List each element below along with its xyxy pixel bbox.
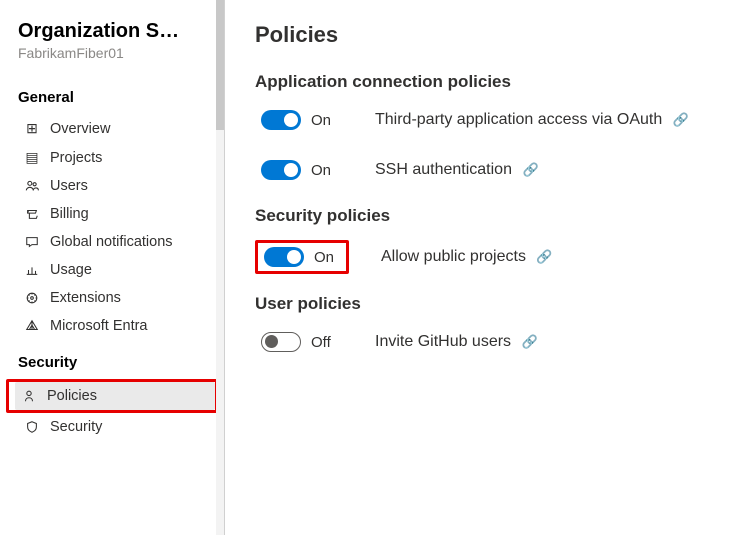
shield-icon	[24, 420, 40, 434]
link-icon[interactable]: 🔗	[673, 112, 689, 127]
usage-icon	[24, 263, 40, 277]
sidebar-item-label: Overview	[50, 121, 110, 137]
section-security-policies-header: Security policies	[255, 206, 730, 226]
sidebar-item-users[interactable]: Users	[18, 172, 218, 200]
billing-icon	[24, 207, 40, 221]
sidebar-item-label: Billing	[50, 206, 89, 222]
sidebar-item-label: Security	[50, 419, 102, 435]
section-header-general: General	[18, 89, 218, 106]
overview-icon: ⊞	[24, 120, 40, 137]
sidebar-item-billing[interactable]: Billing	[18, 200, 218, 228]
sidebar-item-global-notifications[interactable]: Global notifications	[18, 228, 218, 256]
sidebar-item-security[interactable]: Security	[18, 413, 218, 441]
sidebar-item-overview[interactable]: ⊞ Overview	[18, 114, 218, 143]
section-header-security: Security	[18, 354, 218, 371]
sidebar-scrollbar[interactable]	[216, 0, 224, 535]
toggle-public-projects[interactable]	[264, 247, 304, 267]
sidebar-item-label: Microsoft Entra	[50, 318, 148, 334]
toggle-ssh[interactable]	[261, 160, 301, 180]
sidebar-item-label: Users	[50, 178, 88, 194]
toggle-state-oauth: On	[311, 112, 337, 129]
page-title: Policies	[255, 22, 730, 48]
toggle-oauth[interactable]	[261, 110, 301, 130]
policy-row-public-projects: On Allow public projects 🔗	[255, 240, 730, 274]
main-content: Policies Application connection policies…	[225, 0, 740, 535]
toggle-state-invite-github: Off	[311, 334, 337, 351]
sidebar-item-label: Policies	[47, 388, 97, 404]
org-settings-title: Organization S…	[18, 20, 218, 43]
section-app-connection-header: Application connection policies	[255, 72, 730, 92]
sidebar-item-label: Usage	[50, 262, 92, 278]
org-name: FabrikamFiber01	[18, 45, 218, 61]
sidebar-item-usage[interactable]: Usage	[18, 256, 218, 284]
entra-icon	[24, 319, 40, 333]
scrollbar-thumb[interactable]	[216, 0, 224, 130]
sidebar-item-policies[interactable]: Policies	[15, 382, 215, 410]
policy-row-invite-github: Off Invite GitHub users 🔗	[255, 328, 730, 356]
policy-row-oauth: On Third-party application access via OA…	[255, 106, 730, 134]
policy-label-public-projects: Allow public projects 🔗	[381, 248, 553, 266]
policy-row-ssh: On SSH authentication 🔗	[255, 156, 730, 184]
sidebar-item-label: Projects	[50, 150, 102, 166]
link-icon[interactable]: 🔗	[522, 334, 538, 349]
policy-label-invite-github: Invite GitHub users 🔗	[375, 333, 538, 351]
policy-label-oauth: Third-party application access via OAuth…	[375, 111, 689, 129]
highlight-public-projects-toggle: On	[255, 240, 349, 274]
highlight-policies-nav: Policies	[6, 379, 218, 413]
extensions-icon	[24, 291, 40, 305]
section-user-policies-header: User policies	[255, 294, 730, 314]
policy-label-ssh: SSH authentication 🔗	[375, 161, 539, 179]
sidebar-item-label: Global notifications	[50, 234, 173, 250]
sidebar-item-label: Extensions	[50, 290, 121, 306]
policies-icon	[21, 389, 37, 403]
toggle-state-public-projects: On	[314, 249, 340, 266]
toggle-invite-github[interactable]	[261, 332, 301, 352]
sidebar-item-extensions[interactable]: Extensions	[18, 284, 218, 312]
users-icon	[24, 179, 40, 193]
sidebar: Organization S… FabrikamFiber01 General …	[0, 0, 225, 535]
sidebar-item-microsoft-entra[interactable]: Microsoft Entra	[18, 312, 218, 340]
notifications-icon	[24, 235, 40, 249]
sidebar-item-projects[interactable]: ▤ Projects	[18, 143, 218, 172]
link-icon[interactable]: 🔗	[522, 162, 538, 177]
projects-icon: ▤	[24, 149, 40, 166]
toggle-state-ssh: On	[311, 162, 337, 179]
link-icon[interactable]: 🔗	[536, 249, 552, 264]
